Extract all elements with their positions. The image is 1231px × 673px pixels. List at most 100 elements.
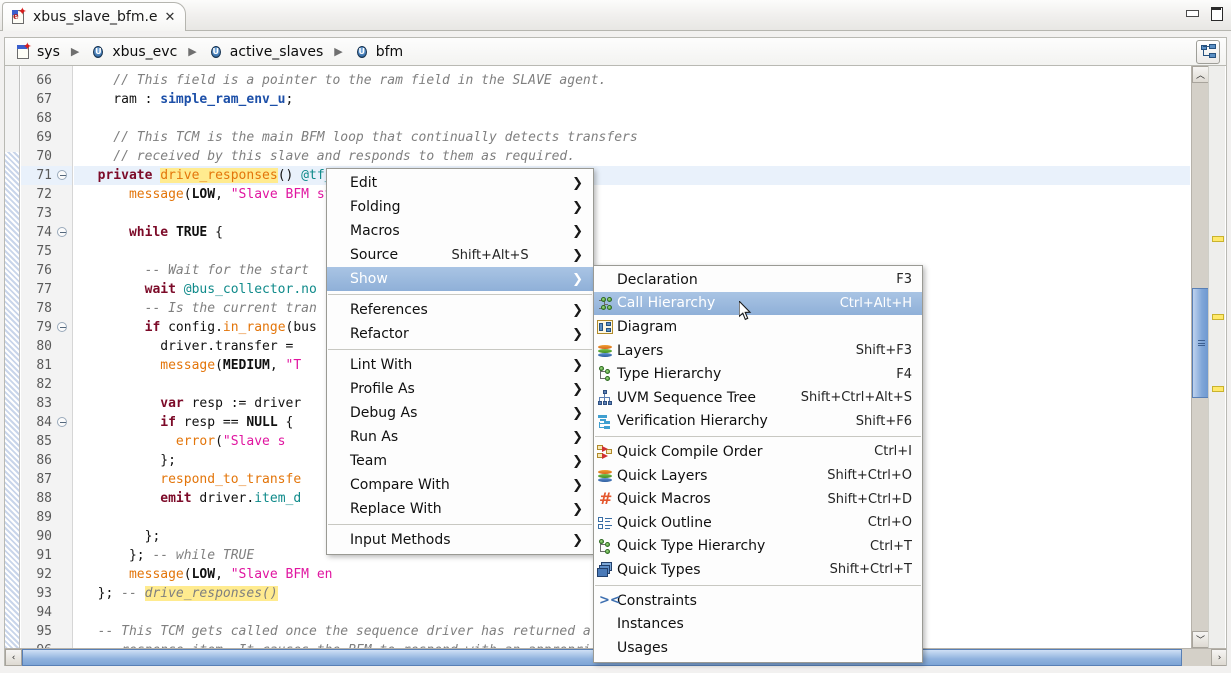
scroll-down-arrow[interactable]: ﹀ [1192,631,1209,648]
menu-item-label: Input Methods [350,532,451,548]
menu-item-constraints[interactable]: ><Constraints [594,589,922,613]
vertical-scrollbar[interactable]: ︿ ﹀ [1191,66,1208,648]
submenu-arrow-icon: ❯ [558,533,583,548]
menu-item-replace-with[interactable]: Replace With❯ [327,497,593,521]
menu-item-debug-as[interactable]: Debug As❯ [327,401,593,425]
menu-item-quick-layers[interactable]: Quick LayersShift+Ctrl+O [594,464,922,488]
menu-item-uvm-sequence-tree[interactable]: UVM Sequence TreeShift+Ctrl+Alt+S [594,386,922,410]
uvm-sequence-tree-icon [597,390,613,406]
editor-context-menu[interactable]: Edit❯Folding❯Macros❯SourceShift+Alt+S❯Sh… [326,168,594,555]
line-number: 75 [36,242,52,261]
code-line: }; [82,451,176,470]
menu-item-shortcut: Shift+Ctrl+T [806,562,912,577]
menu-item-call-hierarchy[interactable]: Call HierarchyCtrl+Alt+H [594,292,922,316]
code-line: driver.transfer = [82,337,301,356]
submenu-arrow-icon: ❯ [558,303,583,318]
menu-item-quick-compile-order[interactable]: Quick Compile OrderCtrl+I [594,440,922,464]
line-number: 80 [36,337,52,356]
line-number: 89 [36,508,52,527]
menu-item-quick-macros[interactable]: #Quick MacrosShift+Ctrl+D [594,487,922,511]
scroll-up-arrow[interactable]: ︿ [1192,66,1209,83]
menu-item-edit[interactable]: Edit❯ [327,171,593,195]
window-controls [1185,6,1223,20]
line-number: 86 [36,451,52,470]
submenu-arrow-icon: ❯ [558,200,583,215]
eclipse-editor-window: e✦ xbus_slave_bfm.e ✕ ✦ sys ▶ U xbus_evc… [0,0,1231,673]
maximize-icon[interactable] [1209,6,1223,20]
editor-tab-xbus_slave_bfm[interactable]: e✦ xbus_slave_bfm.e ✕ [2,2,186,31]
menu-item-profile-as[interactable]: Profile As❯ [327,377,593,401]
call-hierarchy-icon [597,296,613,312]
overview-mark[interactable] [1212,386,1224,392]
breadcrumb-item-xbus_evc[interactable]: U xbus_evc [86,42,181,62]
fold-toggle-icon[interactable] [56,413,68,432]
menu-item-macros[interactable]: Macros❯ [327,219,593,243]
macros-hash-icon: # [597,491,613,507]
menu-item-compare-with[interactable]: Compare With❯ [327,473,593,497]
annotation-ruler[interactable] [5,66,20,648]
menu-separator [328,524,592,525]
menu-item-usages[interactable]: Usages [594,636,922,660]
no-icon [597,616,613,632]
menu-item-references[interactable]: References ❯ [327,298,593,322]
overview-mark[interactable] [1212,314,1224,320]
menu-item-label: Quick Macros [617,491,711,507]
line-number: 74 [36,223,52,242]
outline-icon [597,515,613,531]
fold-toggle-icon[interactable] [56,166,68,185]
fold-toggle-icon[interactable] [56,223,68,242]
layers-icon [597,343,613,359]
code-line: -- response item. It causes the BFM to r… [82,641,591,648]
breadcrumb: ✦ sys ▶ U xbus_evc ▶ U active_slaves ▶ U… [4,37,1227,66]
menu-item-show[interactable]: Show❯ [327,267,593,291]
menu-item-run-as[interactable]: Run As❯ [327,425,593,449]
menu-item-quick-type-hierarchy[interactable]: Quick Type HierarchyCtrl+T [594,535,922,559]
submenu-arrow-icon: ❯ [558,478,583,493]
menu-item-folding[interactable]: Folding❯ [327,195,593,219]
menu-item-instances[interactable]: Instances [594,612,922,636]
menu-item-diagram[interactable]: Diagram [594,315,922,339]
show-submenu[interactable]: DeclarationF3Call HierarchyCtrl+Alt+H Dia… [593,265,923,663]
line-number-gutter: 6667686970717273747576777879808182838485… [21,66,73,648]
line-number: 88 [36,489,52,508]
hscroll-right-arrow[interactable]: › [1211,649,1227,666]
breadcrumb-item-sys[interactable]: ✦ sys [12,42,64,62]
toggle-outline-button[interactable] [1196,40,1220,64]
annotation-ruler-top [5,66,20,152]
menu-item-lint-with[interactable]: Lint With❯ [327,353,593,377]
menu-item-shortcut: Ctrl+I [850,444,912,459]
breadcrumb-item-bfm[interactable]: U bfm [350,42,407,62]
menu-item-team[interactable]: Team❯ [327,449,593,473]
menu-item-refactor[interactable]: Refactor❯ [327,322,593,346]
line-number: 83 [36,394,52,413]
submenu-arrow-icon: ❯ [558,382,583,397]
menu-separator [328,294,592,295]
line-number: 69 [36,128,52,147]
close-icon[interactable]: ✕ [165,11,176,24]
no-icon [597,640,613,656]
menu-item-source[interactable]: SourceShift+Alt+S❯ [327,243,593,267]
menu-item-label: Call Hierarchy [617,295,715,311]
breadcrumb-item-active_slaves[interactable]: U active_slaves [204,42,328,62]
breadcrumb-label: xbus_evc [112,44,177,60]
hscroll-left-arrow[interactable]: ‹ [5,649,22,666]
menu-item-quick-types[interactable]: Quick TypesShift+Ctrl+T [594,558,922,582]
menu-item-type-hierarchy[interactable]: Type HierarchyF4 [594,362,922,386]
menu-item-label: References [350,302,428,318]
code-line: -- Wait for the start [82,261,317,280]
menu-item-shortcut: F3 [872,272,912,287]
code-line: ram : simple_ram_env_u; [82,90,293,109]
menu-separator [595,585,921,586]
menu-item-verification-hierarchy[interactable]: Verification HierarchyShift+F6 [594,410,922,434]
menu-item-input-methods[interactable]: Input Methods ❯ [327,528,593,552]
vertical-scroll-thumb[interactable] [1192,288,1209,398]
overview-ruler[interactable] [1208,66,1225,648]
line-number: 85 [36,432,52,451]
fold-toggle-icon[interactable] [56,318,68,337]
menu-item-declaration[interactable]: DeclarationF3 [594,268,922,292]
menu-item-quick-outline[interactable]: Quick OutlineCtrl+O [594,511,922,535]
menu-item-label: Diagram [617,319,677,335]
overview-mark[interactable] [1212,236,1224,242]
minimize-icon[interactable] [1185,6,1199,20]
menu-item-layers[interactable]: LayersShift+F3 [594,339,922,363]
